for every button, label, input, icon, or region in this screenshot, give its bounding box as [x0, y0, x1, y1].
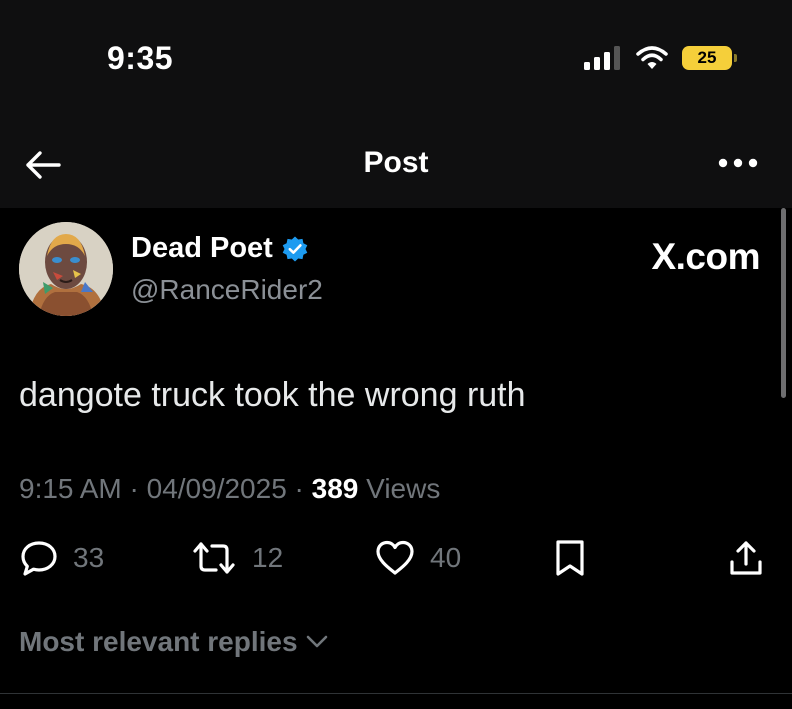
bookmark-icon [556, 540, 584, 576]
chevron-down-icon [306, 635, 327, 648]
battery-indicator: 25 [682, 46, 737, 70]
author-handle[interactable]: @RanceRider2 [131, 274, 323, 306]
scrollbar[interactable] [781, 208, 786, 398]
action-bar: 33 12 40 [0, 538, 792, 588]
post-meta: 9:15 AM · 04/09/2025 · 389 Views [19, 473, 440, 505]
heart-icon [376, 540, 414, 575]
cellular-signal-icon [584, 46, 620, 70]
status-indicators: 25 [584, 46, 737, 70]
author-name-row[interactable]: Dead Poet [131, 232, 309, 265]
meta-separator: · [129, 473, 139, 504]
verified-badge-icon [282, 236, 308, 261]
post-text: dangote truck took the wrong ruth [19, 376, 526, 414]
post-time: 9:15 AM [19, 473, 122, 504]
repost-button[interactable]: 12 [190, 538, 283, 578]
comment-icon [21, 541, 57, 576]
views-label: Views [366, 473, 441, 504]
wifi-icon [636, 46, 668, 69]
reply-count: 33 [73, 542, 105, 573]
replies-sort-label[interactable]: Most relevant replies [19, 626, 298, 658]
battery-level: 25 [697, 48, 717, 67]
status-time: 9:35 [107, 40, 174, 76]
share-icon [730, 541, 762, 575]
nav-bar: Post [0, 120, 792, 208]
author-display-name[interactable]: Dead Poet [131, 232, 273, 265]
repost-icon [193, 542, 235, 574]
repost-count: 12 [252, 542, 284, 573]
share-button[interactable] [728, 538, 764, 578]
replies-sort-toggle[interactable]: Most relevant replies [19, 626, 328, 658]
status-bar: 9:35 25 [0, 0, 792, 120]
bookmark-button[interactable] [553, 538, 587, 578]
like-count: 40 [430, 542, 462, 573]
more-horizontal-icon [718, 158, 758, 168]
meta-separator: · [294, 473, 304, 504]
post: Dead Poet @RanceRider2 X.com dangote tru… [0, 208, 792, 709]
avatar[interactable] [19, 222, 113, 316]
divider [0, 693, 792, 694]
views-count[interactable]: 389 [312, 473, 359, 504]
brand-watermark: X.com [651, 236, 760, 277]
page-title: Post [363, 146, 429, 179]
like-button[interactable]: 40 [374, 538, 461, 578]
more-options-button[interactable] [714, 148, 762, 178]
profile-picture [19, 222, 113, 316]
post-date: 04/09/2025 [146, 473, 287, 504]
reply-button[interactable]: 33 [19, 538, 104, 578]
